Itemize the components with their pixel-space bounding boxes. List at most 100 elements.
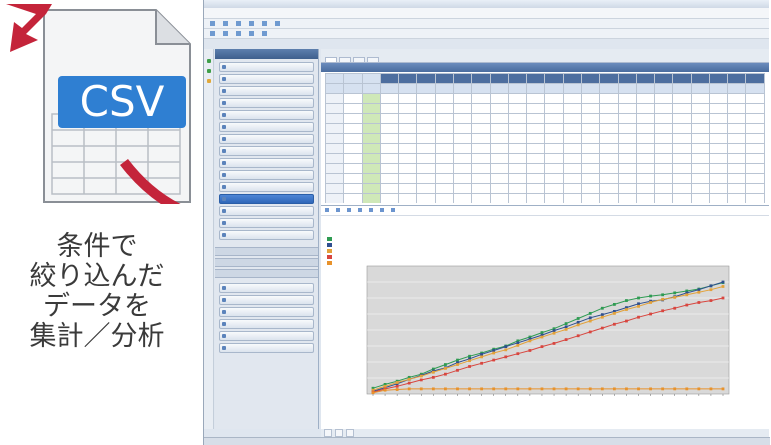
table-cell[interactable] [727, 183, 747, 194]
table-cell[interactable] [526, 123, 546, 134]
table-cell[interactable] [708, 103, 729, 114]
bottom-tab[interactable] [324, 429, 332, 437]
column-subheader[interactable] [507, 83, 528, 94]
table-cell[interactable] [379, 163, 400, 174]
table-cell[interactable] [507, 163, 528, 174]
table-cell[interactable] [452, 173, 473, 184]
table-cell[interactable] [690, 193, 710, 203]
table-cell[interactable] [471, 93, 491, 104]
row-header[interactable] [325, 123, 345, 134]
table-cell[interactable] [507, 143, 528, 154]
table-cell[interactable] [471, 183, 491, 194]
sidebar-section[interactable] [215, 258, 318, 267]
table-cell[interactable] [580, 103, 601, 114]
table-cell[interactable] [489, 153, 509, 164]
row-header[interactable] [325, 173, 345, 184]
table-cell[interactable] [617, 193, 637, 203]
table-cell[interactable] [452, 113, 473, 124]
column-header[interactable] [544, 73, 564, 84]
table-cell[interactable] [507, 133, 528, 144]
table-cell[interactable] [562, 143, 582, 154]
table-cell[interactable] [379, 183, 400, 194]
table-cell[interactable] [507, 123, 528, 134]
table-cell[interactable] [398, 173, 418, 184]
table-cell[interactable] [361, 153, 381, 164]
table-cell[interactable] [690, 123, 710, 134]
table-cell[interactable] [361, 193, 381, 203]
table-cell[interactable] [398, 163, 418, 174]
table-cell[interactable] [489, 93, 509, 104]
table-cell[interactable] [507, 153, 528, 164]
table-cell[interactable] [379, 123, 400, 134]
table-cell[interactable] [416, 113, 436, 124]
table-row[interactable] [325, 113, 765, 124]
table-cell[interactable] [617, 93, 637, 104]
table-cell[interactable] [727, 153, 747, 164]
table-cell[interactable] [471, 123, 491, 134]
table-cell[interactable] [727, 113, 747, 124]
table-cell[interactable] [507, 173, 528, 184]
table-cell[interactable] [526, 113, 546, 124]
table-cell[interactable] [526, 163, 546, 174]
table-cell[interactable] [544, 173, 564, 184]
bottom-tab[interactable] [335, 429, 343, 437]
table-cell[interactable] [398, 143, 418, 154]
column-header[interactable] [379, 73, 400, 84]
table-cell[interactable] [672, 173, 692, 184]
table-cell[interactable] [489, 183, 509, 194]
table-cell[interactable] [690, 163, 710, 174]
table-row[interactable] [325, 163, 765, 174]
table-cell[interactable] [580, 183, 601, 194]
table-cell[interactable] [635, 153, 656, 164]
table-cell[interactable] [708, 143, 729, 154]
sidebar-item[interactable] [219, 122, 314, 132]
table-cell[interactable] [654, 153, 674, 164]
table-cell[interactable] [544, 113, 564, 124]
table-cell[interactable] [343, 113, 363, 124]
table-cell[interactable] [635, 163, 656, 174]
table-cell[interactable] [379, 133, 400, 144]
sidebar-item[interactable] [219, 331, 314, 341]
table-cell[interactable] [489, 113, 509, 124]
table-cell[interactable] [379, 143, 400, 154]
toolbar-button[interactable] [221, 21, 231, 27]
table-cell[interactable] [562, 193, 582, 203]
table-cell[interactable] [361, 103, 381, 114]
sidebar-item[interactable] [219, 307, 314, 317]
table-cell[interactable] [562, 113, 582, 124]
table-cell[interactable] [489, 193, 509, 203]
table-cell[interactable] [635, 193, 656, 203]
table-cell[interactable] [398, 103, 418, 114]
table-cell[interactable] [599, 123, 619, 134]
table-cell[interactable] [672, 123, 692, 134]
column-header[interactable] [361, 73, 381, 84]
table-cell[interactable] [343, 143, 363, 154]
table-cell[interactable] [654, 123, 674, 134]
table-cell[interactable] [599, 113, 619, 124]
column-subheader[interactable] [379, 83, 400, 94]
table-cell[interactable] [727, 173, 747, 184]
table-cell[interactable] [745, 93, 765, 104]
column-header[interactable] [727, 73, 747, 84]
table-cell[interactable] [690, 103, 710, 114]
column-header[interactable] [690, 73, 710, 84]
sidebar-item[interactable] [219, 146, 314, 156]
table-cell[interactable] [544, 183, 564, 194]
column-header[interactable] [580, 73, 601, 84]
table-cell[interactable] [690, 143, 710, 154]
column-subheader[interactable] [434, 83, 454, 94]
table-cell[interactable] [343, 183, 363, 194]
table-cell[interactable] [416, 163, 436, 174]
table-cell[interactable] [599, 173, 619, 184]
table-cell[interactable] [507, 183, 528, 194]
table-cell[interactable] [343, 173, 363, 184]
table-cell[interactable] [690, 113, 710, 124]
table-cell[interactable] [416, 133, 436, 144]
table-cell[interactable] [599, 103, 619, 114]
table-cell[interactable] [727, 123, 747, 134]
table-cell[interactable] [544, 143, 564, 154]
table-cell[interactable] [727, 133, 747, 144]
table-cell[interactable] [580, 163, 601, 174]
table-cell[interactable] [580, 193, 601, 203]
table-cell[interactable] [599, 93, 619, 104]
